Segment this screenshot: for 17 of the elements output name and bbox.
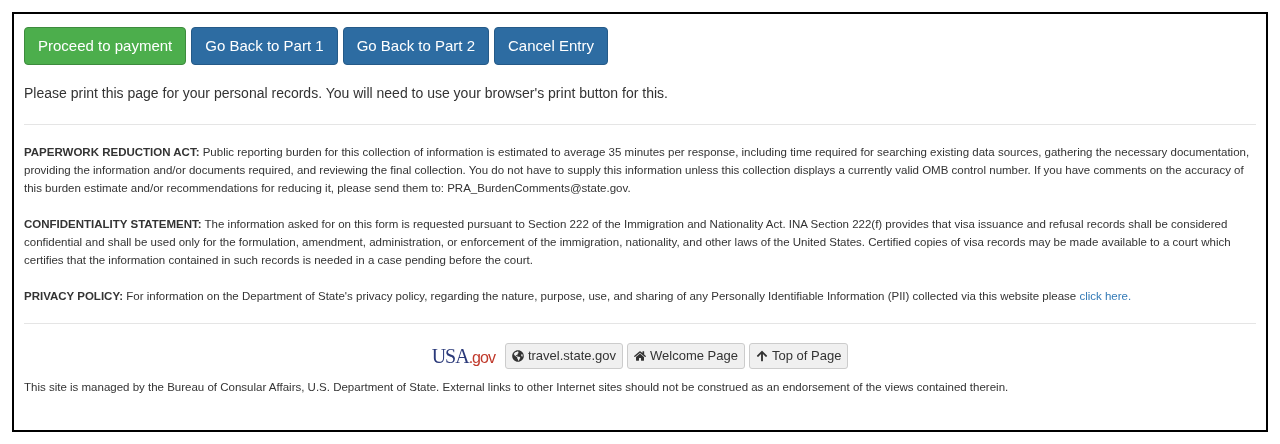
notice-paragraph: PRIVACY POLICY: For information on the Department of State's privacy policy, regarding the nature, purpose, use, and sharing of any Personally Identifiable Information (PII) collected via this website please click here. <box>24 289 1133 304</box>
footer-link-button[interactable]: Welcome Page <box>627 343 745 369</box>
privacy-link[interactable]: click here. <box>1079 290 1132 302</box>
footer-link-button[interactable]: Top of Page <box>748 343 849 369</box>
action-button[interactable]: Cancel Entry <box>494 27 608 65</box>
arrow-up-icon <box>755 350 768 362</box>
notice-paragraph: CONFIDENTIALITY STATEMENT: The information asked for on this form is requested pursuant to Section 222 of the Immigration and Nationality Act. INA Section 222(f) provides that visa issuance and refusal records shall be considered confidential and shall be used only for the formulation, amendment, administration, or enforcement of the immigration, nationality, and other laws of the United States. Certified copies of visa records may be made available to a court which certifies that the information contained in such records is needed in a case pending before the court. <box>24 217 1232 268</box>
action-button[interactable]: Proceed to payment <box>24 27 187 65</box>
action-button[interactable]: Go Back to Part 2 <box>342 27 490 65</box>
home-icon <box>634 350 647 362</box>
usa-gov-logo[interactable]: USA.gov <box>431 341 495 371</box>
action-button[interactable]: Go Back to Part 1 <box>191 27 338 65</box>
footer-link-button[interactable]: travel.state.gov <box>504 343 624 369</box>
globe-icon <box>511 350 524 362</box>
print-instruction: Please print this page for your personal records. You will need to use your browser's print button for this. <box>24 84 669 103</box>
site-disclaimer: This site is managed by the Bureau of Consular Affairs, U.S. Department of State. External links to other Internet sites should not be construed as an endorsement of the views contained therein. <box>24 380 1010 395</box>
notice-paragraph: PAPERWORK REDUCTION ACT: Public reporting burden for this collection of information is estimated to average 35 minutes per response, including time required for searching existing data sources, gathering the necessary documentation, providing the information and/or documents required, and reviewing the final collection. You do not have to supply this information unless this collection displays a currently valid OMB control number. If you have comments on the accuracy of this burden estimate and/or recommendations for reducing it, please send them to: PRA_BurdenComments@state.gov. <box>24 145 1251 196</box>
